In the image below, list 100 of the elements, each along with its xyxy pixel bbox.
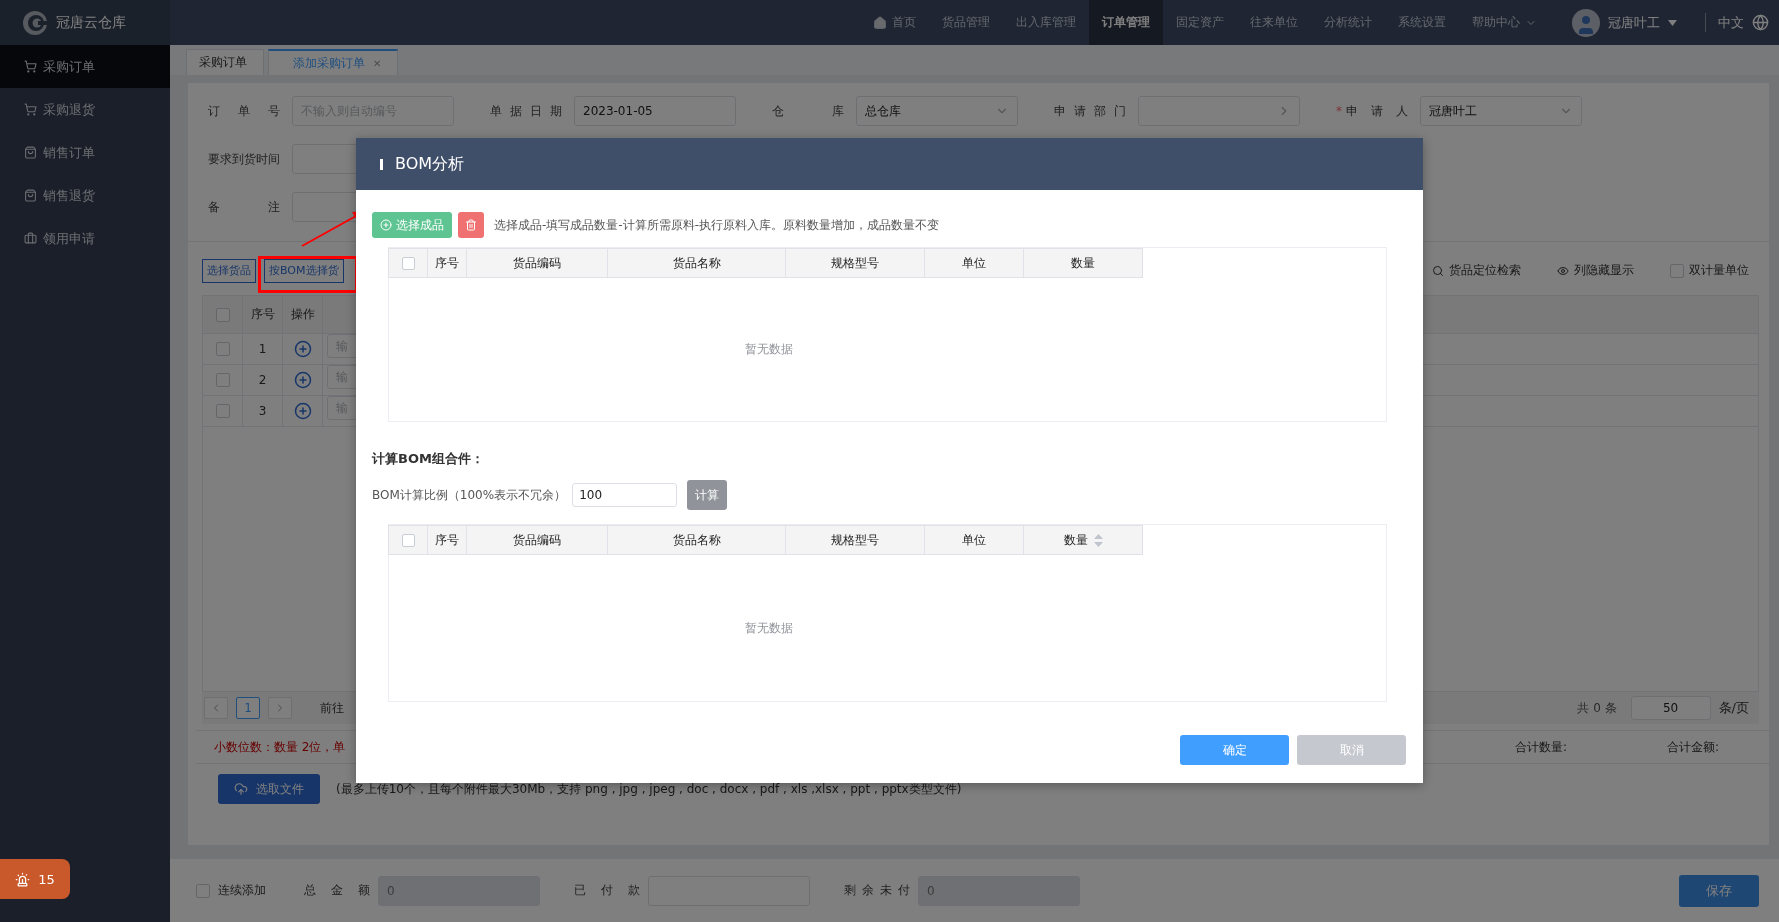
pick-product-button[interactable]: 选择成品 (372, 212, 452, 238)
column-header: 单位 (924, 248, 1024, 278)
nav-item[interactable]: 货品管理 (929, 0, 1003, 45)
alarm-badge[interactable]: 15 (0, 859, 70, 899)
input-field[interactable]: 2023-01-05 (574, 96, 736, 126)
row-checkbox[interactable] (215, 404, 230, 418)
nav-item[interactable]: 往来单位 (1237, 0, 1311, 45)
column-header: 货品名称 (607, 248, 786, 278)
field-label: 仓库 (772, 102, 844, 120)
column-header: 规格型号 (785, 525, 925, 555)
sort-icon[interactable] (1093, 533, 1103, 547)
ratio-field[interactable]: 100 (572, 483, 678, 507)
ratio-label: BOM计算比例（100%表示不冗余） (372, 486, 567, 504)
select-goods-button[interactable]: 按BOM选择货 (264, 258, 344, 283)
table-cell: 2 (243, 365, 283, 395)
column-header: 序号 (243, 296, 283, 333)
caret-icon[interactable] (1668, 19, 1677, 26)
language-label[interactable]: 中文 (1718, 13, 1744, 32)
field-label: 申请部门 (1054, 102, 1126, 120)
column-header: 货品名称 (607, 525, 786, 555)
prev-page-button[interactable] (204, 697, 228, 719)
title-bar-icon (380, 158, 383, 170)
user-name[interactable]: 冠唐叶工 (1608, 13, 1660, 32)
checkbox[interactable] (196, 883, 210, 898)
close-icon[interactable]: ✕ (373, 57, 382, 69)
field-label: 已付款 (574, 882, 640, 899)
select-all-checkbox[interactable] (401, 256, 415, 270)
toolbar-tool[interactable]: 列隐藏显示 (1557, 262, 1634, 279)
bag-icon (24, 146, 37, 159)
briefcase-icon (24, 232, 37, 245)
column-header: 数量 (1023, 248, 1143, 278)
dialog-title: BOM分析 (395, 153, 465, 175)
avatar-icon[interactable] (1572, 8, 1600, 37)
field-label: 订单号 (208, 102, 280, 120)
upload-button[interactable]: 选取文件 (218, 774, 320, 804)
per-page-label: 条/页 (1718, 699, 1749, 717)
select-field[interactable]: 总仓库 (856, 96, 1018, 126)
page-size-field[interactable]: 50 (1630, 696, 1711, 720)
empty-text: 暂无数据 (745, 619, 793, 637)
add-icon[interactable] (293, 371, 312, 389)
checkbox[interactable] (1670, 263, 1684, 278)
field-label: 剩余未付 (844, 882, 910, 899)
select-all-checkbox[interactable] (215, 307, 230, 322)
field-label: 申请人 (1346, 102, 1408, 120)
eye-icon (1557, 264, 1569, 277)
sidebar-item[interactable]: 销售退货 (0, 174, 170, 217)
home-icon (873, 15, 887, 30)
toolbar-tool[interactable]: 货品定位检索 (1432, 262, 1521, 279)
cart-icon (24, 60, 37, 73)
brand-name: 冠唐云仓库 (56, 13, 126, 32)
input-field[interactable] (1138, 96, 1300, 126)
page-tab[interactable]: 添加采购订单 ✕ (268, 49, 399, 75)
nav-item[interactable]: 分析统计 (1311, 0, 1385, 45)
add-icon[interactable] (293, 340, 312, 358)
select-goods-button[interactable]: 选择货品 (202, 258, 256, 283)
page-tab[interactable]: 采购订单 (186, 49, 264, 75)
table-cell: 3 (243, 396, 283, 426)
alarm-icon (15, 871, 31, 887)
section-title: 计算BOM组合件： (372, 450, 485, 468)
nav-item[interactable]: 出入库管理 (1003, 0, 1089, 45)
select-all-checkbox[interactable] (401, 533, 415, 547)
nav-item[interactable]: 订单管理 (1089, 0, 1163, 45)
column-header: 货品编码 (466, 248, 608, 278)
sidebar-item[interactable]: 采购退货 (0, 88, 170, 131)
column-header: 序号 (427, 248, 467, 278)
upload-hint: (最多上传10个，且每个附件最大30Mb，支持 png , jpg , jpeg , doc , docx , pdf , xls ,xlsx , ppt , pptx类型文件) (336, 780, 962, 798)
nav-item[interactable]: 首页 (860, 0, 929, 45)
column-header: 单位 (924, 525, 1024, 555)
nav-item[interactable]: 帮助中心 (1459, 0, 1550, 45)
sidebar-item[interactable]: 采购订单 (0, 45, 170, 88)
delete-button[interactable] (458, 212, 484, 238)
save-button[interactable]: 保存 (1679, 874, 1759, 907)
empty-text: 暂无数据 (745, 341, 793, 358)
confirm-button[interactable]: 确定 (1180, 735, 1289, 765)
column-header: 货品编码 (466, 525, 608, 555)
row-checkbox[interactable] (215, 342, 230, 356)
nav-item[interactable]: 固定资产 (1163, 0, 1237, 45)
total-label: 合计金额: (1666, 738, 1719, 756)
total-count: 共 0 条 (1577, 699, 1617, 717)
field-label: 总金额 (304, 882, 370, 899)
field-label: 备注 (208, 198, 280, 216)
bag-icon (24, 189, 37, 202)
column-header: 规格型号 (785, 248, 925, 278)
logo-icon (22, 9, 48, 36)
sidebar-item[interactable]: 领用申请 (0, 217, 170, 260)
select-field[interactable]: 冠唐叶工 (1420, 96, 1582, 126)
calculate-button[interactable]: 计算 (687, 480, 728, 510)
field-label: 要求到货时间 (208, 150, 280, 168)
checkbox-label: 连续添加 (218, 882, 266, 899)
add-icon[interactable] (293, 402, 312, 420)
sidebar-item[interactable]: 销售订单 (0, 131, 170, 174)
toolbar-tool[interactable]: 双计量单位 (1670, 262, 1749, 279)
page-number[interactable]: 1 (236, 697, 260, 719)
row-checkbox[interactable] (215, 373, 230, 387)
column-header: 序号 (427, 525, 467, 555)
column-header: 数量 (1023, 525, 1143, 555)
globe-icon[interactable] (1752, 14, 1769, 31)
add-icon (380, 219, 392, 231)
cloud-upload-icon (234, 782, 248, 796)
next-page-button[interactable] (268, 697, 292, 719)
